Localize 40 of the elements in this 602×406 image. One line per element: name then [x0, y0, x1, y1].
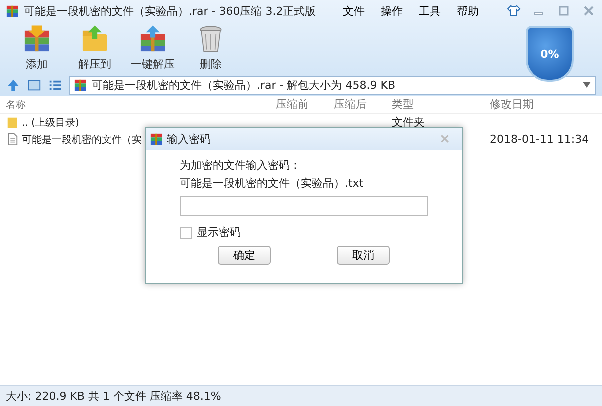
- dropdown-arrow-icon[interactable]: [583, 82, 591, 88]
- toolbar-button[interactable]: 添加: [12, 22, 62, 74]
- dialog-button[interactable]: 确定: [218, 246, 271, 265]
- prompt-text: 为加密的文件输入密码：: [180, 158, 302, 173]
- menu-item[interactable]: 帮助: [454, 4, 482, 18]
- file-name[interactable]: 可能是一段机密的文件（实: [22, 132, 142, 146]
- document-icon: [6, 133, 19, 146]
- password-field[interactable]: [180, 196, 428, 216]
- close-icon[interactable]: [440, 134, 450, 144]
- thumbnail-view-icon[interactable]: [27, 78, 42, 92]
- file-type: 文件夹: [392, 116, 425, 129]
- column-header[interactable]: 修改日期: [490, 97, 600, 112]
- column-header[interactable]: 压缩前: [276, 97, 334, 112]
- menu-item[interactable]: 工具: [416, 4, 444, 18]
- dialog-button[interactable]: 取消: [337, 246, 390, 265]
- menu-item[interactable]: 文件: [340, 4, 368, 18]
- archive-icon: [74, 78, 87, 92]
- column-header[interactable]: 类型: [392, 97, 490, 112]
- shirt-icon[interactable]: [507, 4, 521, 18]
- checkbox[interactable]: [180, 226, 192, 238]
- file-name[interactable]: .. (上级目录): [22, 116, 80, 130]
- archive-icon: [6, 4, 19, 18]
- column-header[interactable]: 压缩后: [334, 97, 392, 112]
- checkbox-label: 显示密码: [197, 225, 241, 240]
- toolbar-button[interactable]: 解压到: [70, 22, 120, 74]
- folder-icon: [6, 116, 19, 129]
- up-arrow-icon[interactable]: [6, 78, 21, 92]
- archive-icon: [150, 132, 163, 146]
- toolbar-button[interactable]: 删除: [186, 22, 236, 74]
- maximize-icon[interactable]: [557, 4, 571, 18]
- column-header[interactable]: 名称: [0, 98, 276, 112]
- toolbar-button[interactable]: 一键解压: [128, 22, 178, 74]
- dialog-title: 输入密码: [167, 132, 211, 146]
- file-name: 可能是一段机密的文件（实验品）.txt: [180, 176, 365, 191]
- address-field[interactable]: 可能是一段机密的文件（实验品）.rar - 解包大小为 458.9 KB: [69, 76, 596, 94]
- close-icon[interactable]: [582, 4, 596, 18]
- status-text: 大小: 220.9 KB 共 1 个文件 压缩率 48.1%: [6, 388, 222, 404]
- window-title: 可能是一段机密的文件（实验品）.rar - 360压缩 3.2正式版: [24, 4, 316, 18]
- modified-date: 2018-01-11 11:34: [490, 133, 590, 146]
- menu-item[interactable]: 操作: [378, 4, 406, 18]
